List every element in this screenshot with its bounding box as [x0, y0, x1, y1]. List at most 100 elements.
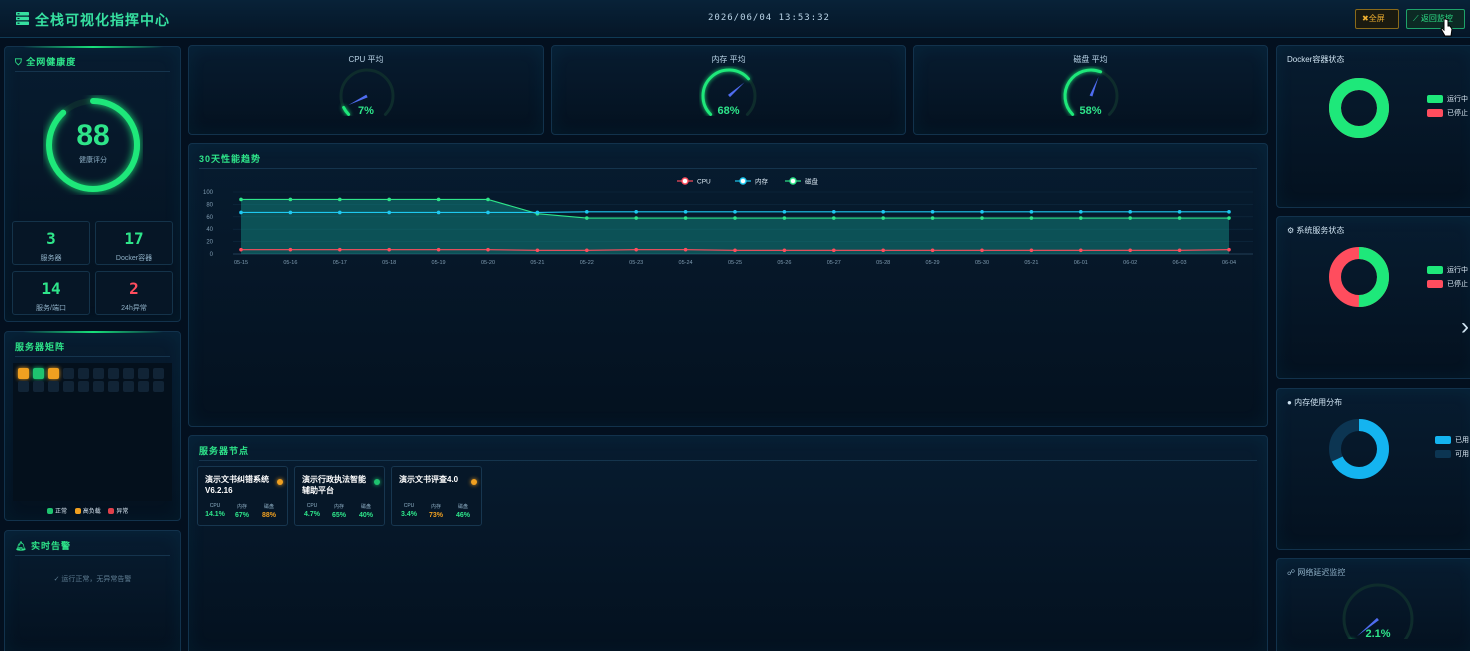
server-cell[interactable] [108, 381, 119, 392]
data-point [683, 210, 688, 214]
server-cell[interactable] [153, 381, 164, 392]
server-cell[interactable] [48, 368, 59, 379]
memory-icon: ● [1287, 398, 1292, 407]
node-status-dot [374, 479, 380, 485]
memory-legend: 已用 可用 [1435, 435, 1469, 459]
next-arrow-icon[interactable]: › [1461, 313, 1469, 341]
server-cell[interactable] [33, 368, 44, 379]
node-metric: 内存 67% [234, 504, 249, 519]
node-metric: 磁盘 46% [455, 504, 470, 519]
network-title: ☍ 网络延迟监控 [1287, 568, 1346, 577]
server-cell[interactable] [93, 381, 104, 392]
server-cell[interactable] [93, 368, 104, 379]
cpu-gauge-panel: CPU 平均 7% [188, 45, 544, 135]
data-point [288, 197, 293, 202]
alerts-empty-text: ✓ 运行正常，无异常告警 [53, 576, 132, 583]
data-point [1079, 248, 1083, 253]
data-point [1227, 210, 1231, 214]
fullscreen-button[interactable]: ✖全屏 [1355, 9, 1399, 29]
data-point [832, 216, 836, 220]
data-point [585, 216, 589, 220]
back-to-monitor-button[interactable]: ⟋ 返回监控 [1406, 9, 1465, 29]
legend-item: 磁盘 [785, 177, 819, 186]
data-point [288, 247, 293, 252]
data-point [634, 247, 638, 252]
server-cell[interactable] [123, 368, 134, 379]
server-cell[interactable] [33, 381, 44, 392]
data-point [486, 210, 490, 215]
x-tick-label: 05-18 [382, 260, 396, 266]
data-point [436, 210, 441, 215]
server-cell[interactable] [63, 368, 74, 379]
docker-donut-chart [1329, 78, 1389, 138]
x-tick-label: 05-21 [530, 260, 544, 266]
server-cell[interactable] [138, 381, 149, 392]
x-tick-label: 05-25 [728, 260, 742, 266]
node-metric: CPU 14.1% [205, 503, 225, 518]
node-metric: 内存 65% [331, 504, 346, 519]
server-matrix-panel: 服务器矩阵 正常 高负载 异常 [4, 331, 181, 521]
network-value: 2.1% [1365, 628, 1391, 640]
data-point [634, 210, 638, 214]
x-tick-label: 06-01 [1074, 260, 1088, 266]
disk-gauge-title: 磁盘 平均 [1073, 55, 1108, 64]
health-score-label: 健康评分 [79, 157, 107, 164]
data-point [239, 197, 243, 202]
stat-servers: 3 服务器 [12, 221, 90, 265]
server-cell[interactable] [18, 381, 29, 392]
stat-anomalies: 2 24h异常 [95, 271, 173, 315]
server-cell[interactable] [153, 368, 164, 379]
data-point [683, 247, 688, 252]
server-cell[interactable] [138, 368, 149, 379]
svg-text:内存: 内存 [755, 177, 769, 186]
header-bar: 全栈可视化指挥中心 2026/06/04 13:53:32 ✖全屏 ⟋ 返回监控 [0, 0, 1470, 38]
x-tick-label: 05-27 [827, 260, 841, 266]
data-point [733, 210, 737, 214]
data-point [782, 210, 787, 214]
server-cell[interactable] [108, 368, 119, 379]
data-point [930, 248, 935, 253]
data-point [535, 248, 540, 253]
server-cell[interactable] [123, 381, 134, 392]
server-cell[interactable] [18, 368, 29, 379]
node-status-dot [277, 479, 283, 485]
memory-gauge-title: 内存 平均 [711, 55, 746, 64]
data-point [1079, 216, 1083, 220]
docker-status-panel: Docker容器状态 运行中 已停止 [1276, 45, 1470, 208]
data-point [1227, 247, 1231, 252]
node-name: 演示行政执法智能辅助平台 [302, 475, 366, 495]
data-point [1029, 216, 1034, 220]
page-title: 全栈可视化指挥中心 [35, 12, 170, 28]
x-tick-label: 05-21 [1024, 260, 1038, 266]
server-node-card[interactable]: 演示文书评查4.0 CPU 3.4% 内存 73% 磁盘 46% [391, 466, 482, 526]
data-point [338, 210, 342, 215]
server-cell[interactable] [63, 381, 74, 392]
server-cell[interactable] [78, 381, 89, 392]
data-point [1128, 248, 1132, 253]
data-point [1128, 216, 1132, 220]
data-point [832, 210, 836, 214]
server-matrix-grid [13, 363, 172, 501]
stat-services: 14 服务/端口 [12, 271, 90, 315]
data-point [535, 210, 540, 215]
y-tick-label: 60 [206, 215, 213, 221]
y-tick-label: 100 [203, 190, 214, 196]
service-status-panel: ⚙ 系统服务状态 运行中 已停止 › [1276, 216, 1470, 379]
nodes-title: 服务器节点 [199, 446, 250, 456]
node-metric: 磁盘 88% [261, 504, 276, 519]
data-point [436, 197, 441, 202]
server-cell[interactable] [78, 368, 89, 379]
network-icon: ☍ [1287, 568, 1296, 577]
docker-title: Docker容器状态 [1287, 55, 1345, 64]
server-cell[interactable] [48, 381, 59, 392]
x-tick-label: 05-24 [679, 260, 693, 266]
server-node-card[interactable]: 演示行政执法智能辅助平台 CPU 4.7% 内存 65% 磁盘 40% [294, 466, 385, 526]
svg-text:磁盘: 磁盘 [805, 177, 819, 186]
health-score-value: 88 [76, 119, 110, 152]
node-metric: 磁盘 40% [358, 504, 373, 519]
x-tick-label: 05-15 [234, 260, 248, 266]
node-metric: CPU 4.7% [304, 503, 320, 518]
cpu-gauge-value: 7% [358, 105, 374, 117]
server-node-card[interactable]: 演示文书纠错系统V6.2.16 CPU 14.1% 内存 67% 磁盘 88% [197, 466, 288, 526]
data-point [683, 216, 688, 220]
